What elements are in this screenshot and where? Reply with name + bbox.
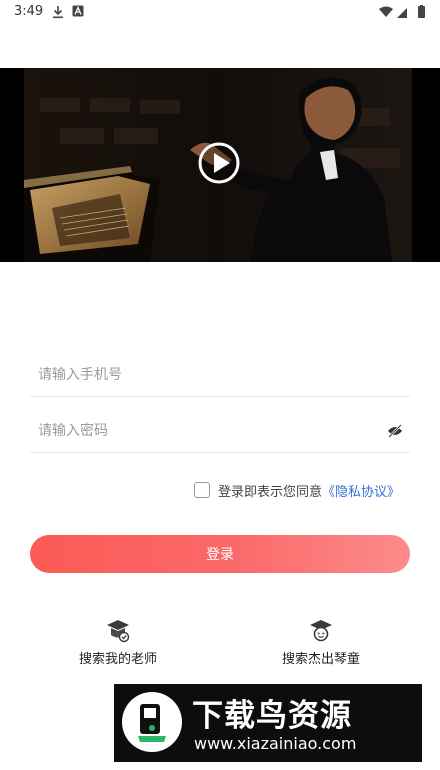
phone-field <box>30 356 410 397</box>
search-teacher-label: 搜索我的老师 <box>78 652 157 667</box>
password-input[interactable] <box>30 412 358 450</box>
phone-input[interactable] <box>30 356 358 394</box>
teacher-graduation-cap-icon <box>107 620 130 643</box>
password-field <box>30 412 410 453</box>
search-student-label: 搜索杰出琴童 <box>281 652 360 667</box>
watermark-banner: 下载鸟资源 www.xiazainiao.com <box>114 684 422 762</box>
status-indicators-icon <box>379 5 425 18</box>
search-student-button[interactable]: 搜索杰出琴童 <box>261 618 381 667</box>
search-teacher-button[interactable]: 搜索我的老师 <box>58 618 178 667</box>
play-circle-icon[interactable] <box>197 141 241 185</box>
login-button[interactable]: 登录 <box>30 535 410 573</box>
notification-a-icon <box>72 5 84 17</box>
agree-checkbox[interactable] <box>194 482 210 498</box>
bird-logo-icon <box>122 692 182 752</box>
privacy-policy-link[interactable]: 《隐私协议》 <box>322 481 400 500</box>
student-graduation-cap-icon <box>310 620 332 642</box>
eye-off-icon[interactable] <box>386 422 404 440</box>
status-time: 3:49 <box>14 4 44 19</box>
agree-text: 登录即表示您同意 <box>218 484 323 500</box>
intro-video[interactable] <box>0 68 440 262</box>
status-bar: 3:49 <box>0 0 440 24</box>
watermark-brand: 下载鸟资源 <box>192 698 352 734</box>
login-screen: 3:49 请输入手机号 登录即表示您同意 《隐私协议》 登录 搜索我的老师 搜索… <box>0 0 440 770</box>
watermark-url: www.xiazainiao.com <box>194 734 357 753</box>
download-icon <box>53 6 63 19</box>
privacy-agreement: 登录即表示您同意 《隐私协议》 <box>194 479 400 501</box>
